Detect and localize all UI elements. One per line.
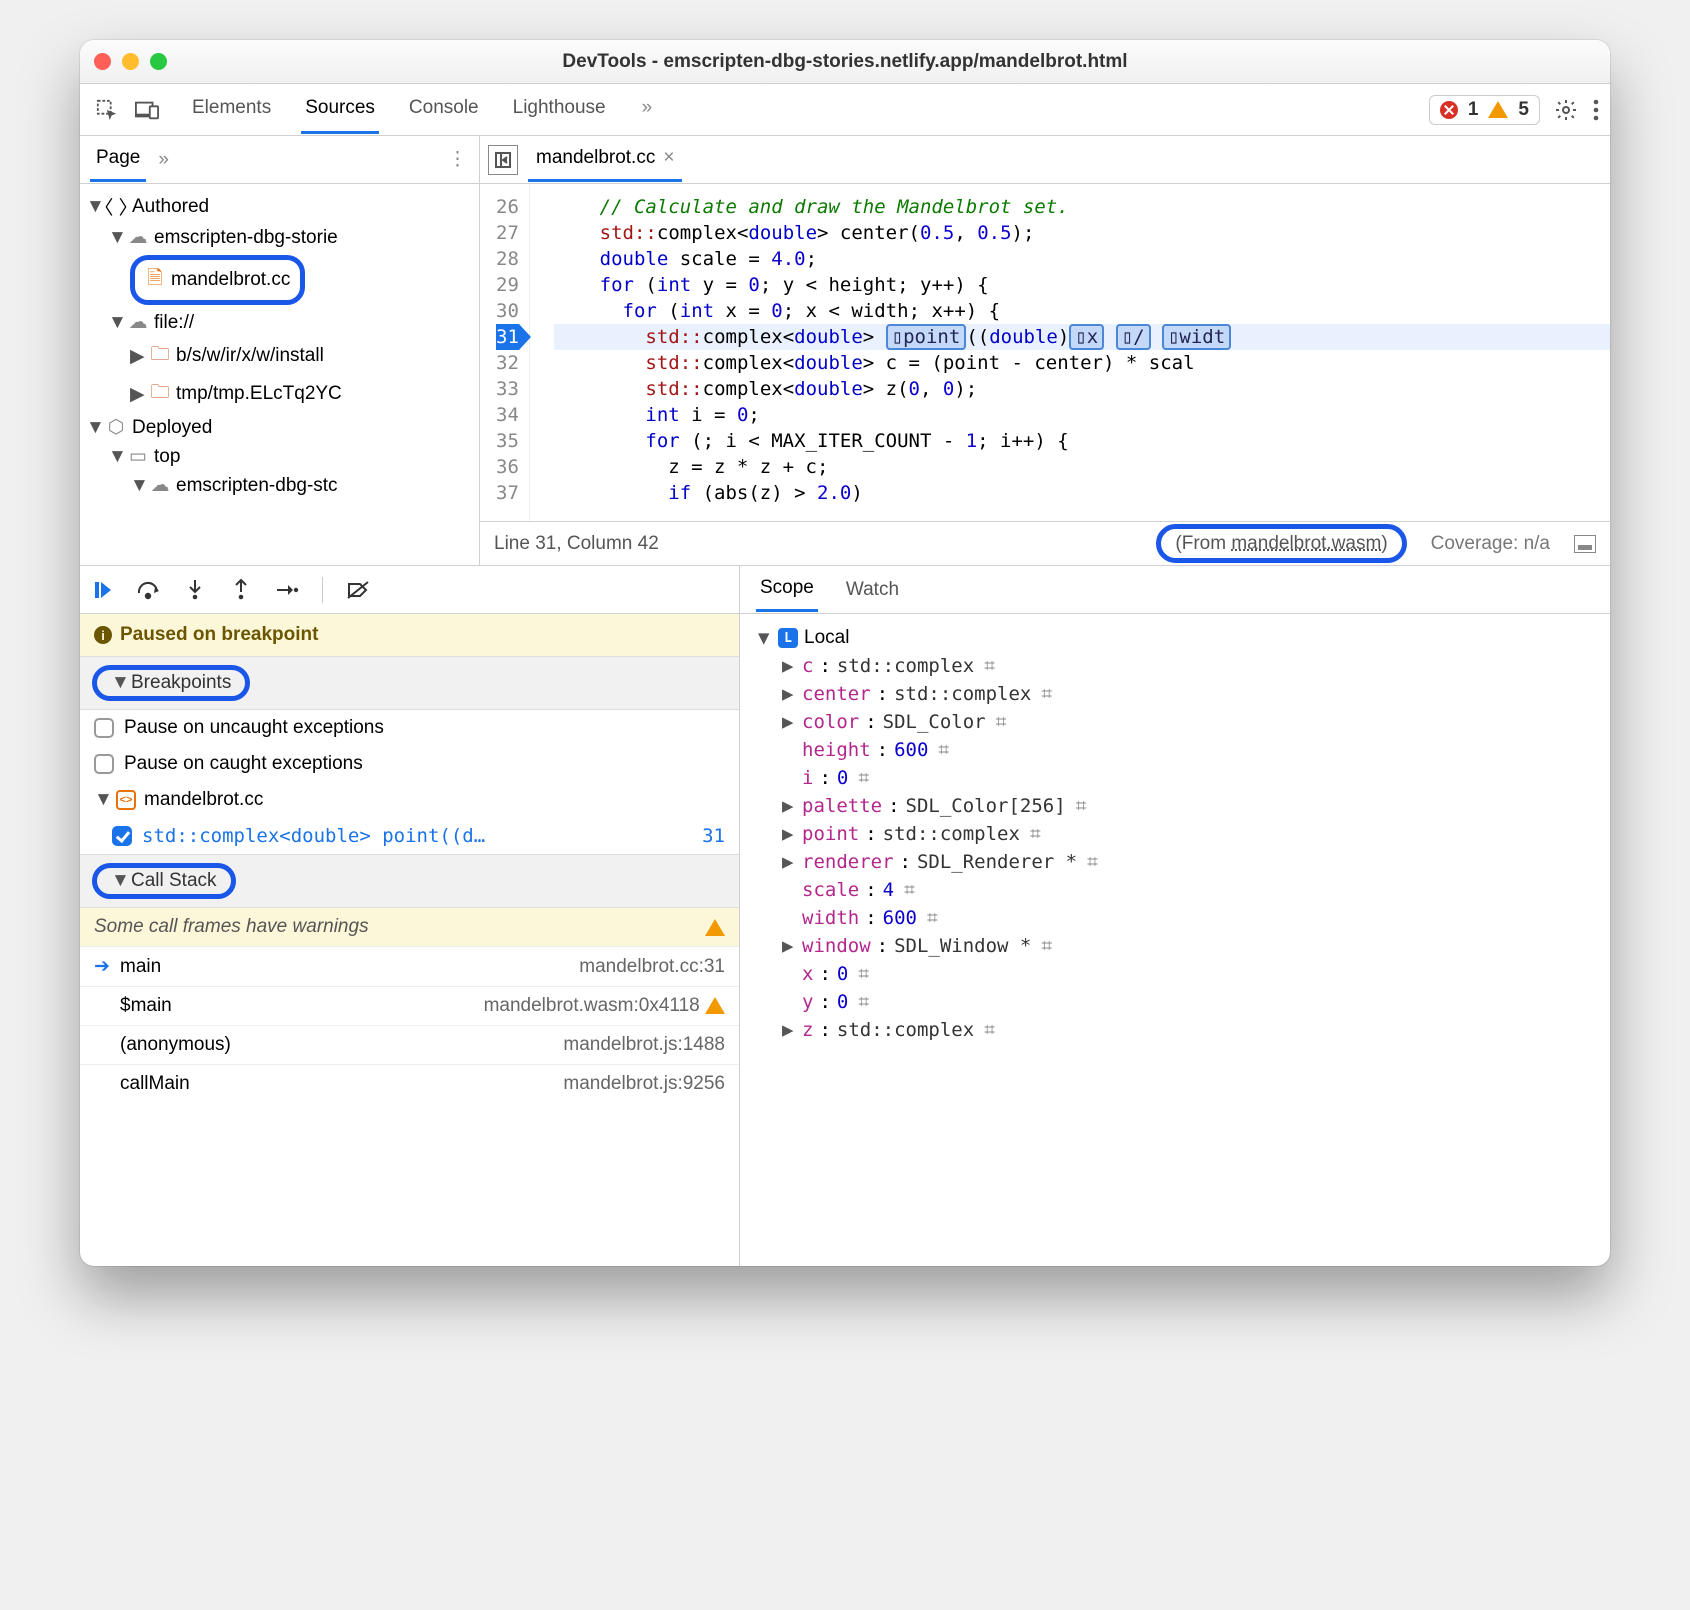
error-icon	[1440, 101, 1458, 119]
device-toolbar-icon[interactable]	[130, 93, 164, 127]
navigator-tab-page[interactable]: Page	[90, 137, 146, 182]
callstack-warning: Some call frames have warnings	[80, 908, 739, 946]
coverage-label: Coverage: n/a	[1431, 533, 1550, 555]
step-icon[interactable]	[272, 575, 302, 605]
close-tab-icon[interactable]: ×	[663, 147, 674, 169]
warning-icon	[1488, 101, 1508, 118]
devtools-window: DevTools - emscripten-dbg-stories.netlif…	[80, 40, 1610, 1266]
warning-count: 5	[1518, 99, 1529, 121]
navigator-panel: Page » ⋮ ▼〈 〉Authored ▼☁emscripten-dbg-s…	[80, 136, 480, 565]
tree-authored[interactable]: ▼〈 〉Authored	[84, 190, 475, 223]
info-icon: i	[94, 626, 112, 644]
window-title: DevTools - emscripten-dbg-stories.netlif…	[80, 51, 1610, 73]
tab-elements[interactable]: Elements	[188, 85, 275, 134]
scope-variable[interactable]: x: 0⌗	[758, 960, 1592, 988]
scope-variable[interactable]: ▶color: SDL_Color⌗	[758, 708, 1592, 736]
step-into-icon[interactable]	[180, 575, 210, 605]
code-editor[interactable]: 262728293031323334353637 // Calculate an…	[480, 184, 1610, 521]
step-out-icon[interactable]	[226, 575, 256, 605]
breakpoint-entry[interactable]: std::complex<double> point((d…31	[80, 818, 739, 854]
tree-origin[interactable]: ▼☁emscripten-dbg-stc	[84, 471, 475, 500]
editor-statusbar: Line 31, Column 42 (From mandelbrot.wasm…	[480, 521, 1610, 565]
tree-deployed[interactable]: ▼⬡Deployed	[84, 413, 475, 442]
error-count: 1	[1468, 99, 1479, 121]
navigator-tree: ▼〈 〉Authored ▼☁emscripten-dbg-storie 🗎ma…	[80, 184, 479, 506]
kebab-menu-icon[interactable]	[1592, 99, 1600, 121]
scope-variable[interactable]: i: 0⌗	[758, 764, 1592, 792]
tree-top[interactable]: ▼▭top	[84, 442, 475, 471]
scope-variable[interactable]: ▶center: std::complex⌗	[758, 680, 1592, 708]
scope-tree[interactable]: ▼LLocal ▶c: std::complex⌗▶center: std::c…	[740, 614, 1610, 1054]
navigator-menu-icon[interactable]: ⋮	[448, 148, 469, 171]
tree-file-highlighted[interactable]: 🗎mandelbrot.cc	[84, 252, 475, 308]
main-tabstrip: Elements Sources Console Lighthouse » 1 …	[80, 84, 1610, 136]
tree-origin[interactable]: ▼☁emscripten-dbg-storie	[84, 223, 475, 252]
callstack-frame[interactable]: ➔mainmandelbrot.cc:31	[80, 946, 739, 986]
callstack-frame[interactable]: (anonymous)mandelbrot.js:1488	[80, 1025, 739, 1064]
tab-lighthouse[interactable]: Lighthouse	[509, 85, 610, 134]
scope-panel: Scope Watch ▼LLocal ▶c: std::complex⌗▶ce…	[740, 566, 1610, 1266]
scope-variable[interactable]: ▶point: std::complex⌗	[758, 820, 1592, 848]
debugger-sidebar: i Paused on breakpoint ▼Breakpoints Paus…	[80, 566, 740, 1266]
line-gutter: 262728293031323334353637	[480, 184, 530, 521]
tree-folder[interactable]: ▶🗀tmp/tmp.ELcTq2YC	[84, 375, 475, 413]
tab-sources[interactable]: Sources	[301, 85, 379, 134]
scope-variable[interactable]: scale: 4⌗	[758, 876, 1592, 904]
deactivate-breakpoints-icon[interactable]	[343, 575, 373, 605]
editor-panel: mandelbrot.cc × 262728293031323334353637…	[480, 136, 1610, 565]
pause-uncaught-toggle[interactable]: Pause on uncaught exceptions	[80, 710, 739, 746]
more-tabs-icon[interactable]: »	[636, 85, 659, 134]
scope-local[interactable]: ▼LLocal	[758, 624, 1592, 652]
scope-variable[interactable]: ▶c: std::complex⌗	[758, 652, 1592, 680]
scope-variable[interactable]: ▶renderer: SDL_Renderer *⌗	[758, 848, 1592, 876]
inspect-icon[interactable]	[90, 93, 124, 127]
navigator-more-icon[interactable]: »	[158, 149, 169, 171]
tab-console[interactable]: Console	[405, 85, 483, 134]
resume-icon[interactable]	[88, 575, 118, 605]
tree-folder[interactable]: ▶🗀b/s/w/ir/x/w/install	[84, 337, 475, 375]
panel-tabs: Elements Sources Console Lighthouse »	[188, 85, 658, 134]
callstack-frame[interactable]: callMainmandelbrot.js:9256	[80, 1064, 739, 1103]
breakpoints-section[interactable]: ▼Breakpoints	[80, 656, 739, 710]
scope-variable[interactable]: height: 600⌗	[758, 736, 1592, 764]
editor-tab[interactable]: mandelbrot.cc ×	[528, 137, 682, 182]
source-from-link[interactable]: mandelbrot.wasm	[1231, 533, 1381, 554]
scope-variable[interactable]: ▶palette: SDL_Color[256]⌗	[758, 792, 1592, 820]
issues-counter[interactable]: 1 5	[1429, 95, 1540, 125]
tab-watch[interactable]: Watch	[842, 569, 903, 611]
navigator-tabs: Page » ⋮	[80, 136, 479, 184]
toggle-navigator-icon[interactable]	[488, 145, 518, 175]
pause-caught-toggle[interactable]: Pause on caught exceptions	[80, 746, 739, 782]
titlebar: DevTools - emscripten-dbg-stories.netlif…	[80, 40, 1610, 84]
warning-icon	[705, 919, 725, 936]
scope-tabs: Scope Watch	[740, 566, 1610, 614]
tab-scope[interactable]: Scope	[756, 567, 818, 612]
show-drawer-icon[interactable]	[1574, 535, 1596, 553]
scope-variable[interactable]: y: 0⌗	[758, 988, 1592, 1016]
callstack-section[interactable]: ▼Call Stack	[80, 854, 739, 908]
code-body[interactable]: // Calculate and draw the Mandelbrot set…	[530, 184, 1610, 521]
source-from: (From mandelbrot.wasm)	[1156, 533, 1406, 555]
cursor-position: Line 31, Column 42	[494, 533, 659, 555]
scope-variable[interactable]: width: 600⌗	[758, 904, 1592, 932]
tree-scheme[interactable]: ▼☁file://	[84, 308, 475, 337]
callstack-frame[interactable]: $mainmandelbrot.wasm:0x4118	[80, 986, 739, 1025]
scope-variable[interactable]: ▶window: SDL_Window *⌗	[758, 932, 1592, 960]
paused-banner: i Paused on breakpoint	[80, 614, 739, 656]
scope-variable[interactable]: ▶z: std::complex⌗	[758, 1016, 1592, 1044]
debugger-toolbar	[80, 566, 739, 614]
step-over-icon[interactable]	[134, 575, 164, 605]
editor-tabbar: mandelbrot.cc ×	[480, 136, 1610, 184]
breakpoint-file[interactable]: ▼<>mandelbrot.cc	[80, 782, 739, 818]
settings-icon[interactable]	[1554, 98, 1578, 122]
toolbar-right: 1 5	[1429, 95, 1600, 125]
